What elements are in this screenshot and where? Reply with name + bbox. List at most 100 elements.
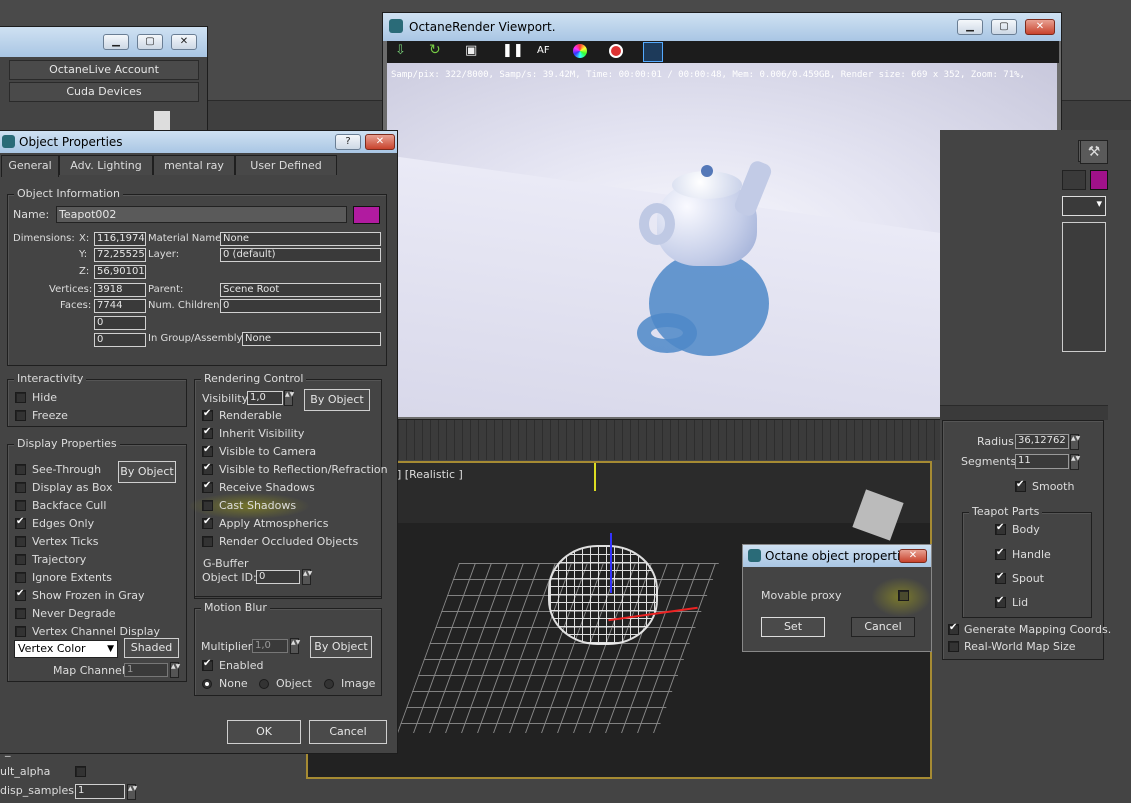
stop-icon[interactable] <box>609 44 623 58</box>
close-button[interactable]: ✕ <box>171 34 197 50</box>
vertices-field: 3918 <box>94 283 146 297</box>
display-option-checkbox[interactable] <box>15 608 26 619</box>
render-option-checkbox[interactable] <box>202 516 213 529</box>
save-icon[interactable]: ⇩ <box>395 43 406 58</box>
motion-blur-title: Motion Blur <box>201 601 270 614</box>
display-by-object-button[interactable]: By Object <box>118 461 176 483</box>
radius-field[interactable]: 36,12762 <box>1015 434 1069 449</box>
vertex-color-dropdown[interactable]: Vertex Color ▼ <box>14 640 118 658</box>
smooth-checkbox[interactable] <box>1015 479 1026 492</box>
freeze-checkbox[interactable] <box>15 410 26 421</box>
display-option-checkbox[interactable] <box>15 588 26 601</box>
restart-icon[interactable]: ↻ <box>429 42 441 58</box>
lid-checkbox[interactable] <box>995 595 1006 608</box>
rendering-by-object-button[interactable]: By Object <box>304 389 370 411</box>
map-channel-spinner[interactable]: ▲▼ <box>170 662 180 678</box>
cuda-devices-button[interactable]: Cuda Devices <box>9 82 199 102</box>
object-id-spinner[interactable]: ▲▼ <box>302 569 312 585</box>
hide-label: Hide <box>32 391 58 404</box>
movable-proxy-checkbox[interactable] <box>898 590 909 601</box>
octanelive-account-button[interactable]: OctaneLive Account <box>9 60 199 80</box>
display-option-checkbox[interactable] <box>15 626 26 637</box>
gizmo-y-axis[interactable] <box>610 533 612 593</box>
handle-checkbox[interactable] <box>995 547 1006 560</box>
material-label: Material Name: <box>148 233 225 244</box>
maximize-button[interactable]: ▢ <box>137 34 163 50</box>
real-world-checkbox[interactable] <box>948 641 959 652</box>
minimize-button[interactable]: ▁ <box>103 34 129 50</box>
object-radio[interactable] <box>259 679 269 689</box>
spout-checkbox[interactable] <box>995 571 1006 584</box>
light-gizmo[interactable] <box>594 463 596 491</box>
render-option-checkbox[interactable] <box>202 462 213 475</box>
set-button[interactable]: Set <box>761 617 825 637</box>
name-field[interactable]: Teapot002 <box>56 206 347 223</box>
display-option-checkbox[interactable] <box>15 482 26 493</box>
display-option-checkbox[interactable] <box>15 464 26 475</box>
cancel-button[interactable]: Cancel <box>309 720 387 744</box>
multiplier-spinner[interactable]: ▲▼ <box>290 638 300 654</box>
display-option-checkbox[interactable] <box>15 554 26 565</box>
object-id-field[interactable]: 0 <box>256 570 300 584</box>
octane-cancel-button[interactable]: Cancel <box>851 617 915 637</box>
shaded-button[interactable]: Shaded <box>124 638 179 658</box>
render-option-checkbox[interactable] <box>202 444 213 457</box>
lock-icon[interactable]: ▣ <box>465 43 477 58</box>
tab-user-defined[interactable]: User Defined <box>235 155 337 175</box>
render-option-checkbox[interactable] <box>202 500 213 511</box>
enabled-checkbox[interactable] <box>202 658 213 671</box>
real-world-label: Real-World Map Size <box>964 640 1076 653</box>
pause-icon[interactable]: ❚❚ <box>502 43 524 58</box>
image-radio[interactable] <box>324 679 334 689</box>
octane-logo-icon <box>389 19 403 33</box>
visibility-spinner[interactable]: ▲▼ <box>284 390 294 406</box>
motion-by-object-button[interactable]: By Object <box>310 636 372 658</box>
object-color-swatch[interactable] <box>1090 170 1108 190</box>
modifier-stack[interactable] <box>1062 222 1106 352</box>
ok-button[interactable]: OK <box>227 720 301 744</box>
scroll-thumb[interactable] <box>154 111 170 131</box>
display-option-checkbox[interactable] <box>15 500 26 511</box>
close-button[interactable]: ✕ <box>365 134 395 150</box>
display-option-checkbox[interactable] <box>15 516 26 529</box>
disp-samples-spinner[interactable]: ▲▼ <box>127 784 137 800</box>
color-picker-icon[interactable] <box>573 44 587 58</box>
teapot-wireframe[interactable] <box>548 545 658 645</box>
render-option-checkbox[interactable] <box>202 536 213 547</box>
tab-mental-ray[interactable]: mental ray <box>153 155 235 175</box>
render-option-checkbox[interactable] <box>202 408 213 421</box>
render-option-checkbox[interactable] <box>202 426 213 439</box>
interactivity-title: Interactivity <box>14 372 87 385</box>
disp-samples-field[interactable]: 1 <box>75 784 125 799</box>
tab-adv-lighting[interactable]: Adv. Lighting <box>59 155 153 175</box>
minimize-button[interactable]: ▁ <box>957 19 983 35</box>
z-label: Z: <box>79 266 90 277</box>
body-checkbox[interactable] <box>995 522 1006 535</box>
visibility-field[interactable]: 1,0 <box>247 391 283 405</box>
maximize-button[interactable]: ▢ <box>991 19 1017 35</box>
help-button[interactable]: ? <box>335 134 361 150</box>
viewport-label[interactable]: ] [Realistic ] <box>397 468 463 481</box>
hide-checkbox[interactable] <box>15 392 26 403</box>
modifier-dropdown[interactable]: ▾ <box>1062 196 1106 216</box>
object-color-swatch[interactable] <box>353 206 380 224</box>
ult-alpha-checkbox[interactable] <box>75 766 86 777</box>
object-name-field[interactable] <box>1062 170 1086 190</box>
render-option-label: Visible to Reflection/Refraction <box>219 463 388 476</box>
segments-spinner[interactable]: ▲▼ <box>1070 454 1080 470</box>
none-radio[interactable] <box>202 679 212 689</box>
focus-icon[interactable]: AF <box>537 45 550 56</box>
display-option-checkbox[interactable] <box>15 572 26 583</box>
close-button[interactable]: ✕ <box>899 549 927 563</box>
render-option-checkbox[interactable] <box>202 480 213 493</box>
close-button[interactable]: ✕ <box>1025 19 1055 35</box>
display-option-label: See-Through <box>32 463 102 476</box>
generate-mapping-checkbox[interactable] <box>948 622 959 635</box>
radius-spinner[interactable]: ▲▼ <box>1070 434 1080 450</box>
render-option-label: Apply Atmospherics <box>219 517 329 530</box>
tab-general[interactable]: General <box>1 155 59 177</box>
hammer-icon[interactable]: ⚒ <box>1080 140 1108 164</box>
display-icon[interactable] <box>643 42 663 62</box>
segments-field[interactable]: 11 <box>1015 454 1069 469</box>
display-option-checkbox[interactable] <box>15 536 26 547</box>
